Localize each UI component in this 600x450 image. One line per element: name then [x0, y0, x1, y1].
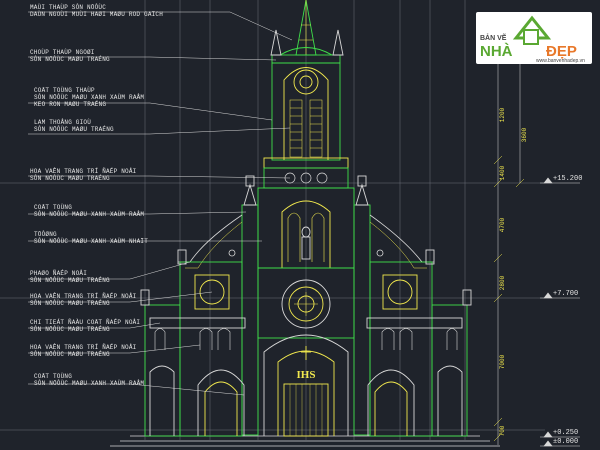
right-wing — [366, 249, 472, 437]
annotation-9-line2: SÔN NÖÔÙC MAØU TRAÉNG — [30, 300, 110, 307]
annotation-10-line2: SÔN NÖÔÙC MAØU TRAÉNG — [30, 326, 110, 333]
annotation-3-line3: KEO RON MAØU TRAÉNG — [34, 101, 106, 108]
spire — [270, 0, 344, 64]
level-4-label: ±0.000 — [553, 438, 578, 446]
dimension-7: 700 — [499, 425, 506, 436]
facade-monogram: IHS — [297, 369, 316, 381]
annotation-9-line1: HOA VAÊN TRANG TRÍ ÑAÉP NOÅI — [30, 293, 136, 300]
level-1-label: +15.200 — [553, 175, 582, 183]
annotation-3-line2: SÔN NÖÔÙC MAØU XANH XAÙM RAÂM — [34, 94, 144, 101]
annotation-11-line2: SÔN NÖÔÙC MAØU TRAÉNG — [30, 351, 110, 358]
level-3-label: +0.250 — [553, 429, 578, 437]
annotation-4-line2: SÔN NÖÔÙC MAØU TRAÉNG — [34, 126, 114, 133]
dimension-5: 2800 — [499, 275, 506, 290]
church-elevation-drawing: IHS MAÙI THAÙP SÔN NÖÔÙC DAÙN NGOÙI MUÙI… — [0, 0, 592, 447]
annotation-5-line2: SÔN NÖÔÙC MAØU TRAÉNG — [30, 175, 110, 182]
annotation-2-line1: CHOÙP THAÙP NGOØI — [30, 49, 95, 56]
annotation-1-line1: MAÙI THAÙP SÔN NÖÔÙC — [30, 4, 106, 11]
level-markers — [540, 177, 580, 447]
annotation-8-line2: SÔN NÖÔÙC MAØU TRAÉNG — [30, 277, 110, 284]
annotation-6-line1: COÄT TOÙNG — [34, 204, 72, 211]
dimension-2: 3600 — [521, 127, 528, 142]
annotation-7-line2: SÔN NÖÔÙC MAØU XANH XAÙM NHAÏT — [34, 238, 148, 245]
dimension-3: 1400 — [499, 165, 506, 180]
annotation-11-line1: HOA VAÊN TRANG TRÍ ÑAÉP NOÅI — [30, 344, 136, 351]
logo-small-text: BẢN VẼ — [480, 33, 507, 42]
annotation-12-line2: SÔN NÖÔÙC MAØU XANH XAÙM RAÂM — [34, 380, 144, 387]
dimension-1: 1200 — [499, 107, 506, 122]
dimension-6: 7000 — [499, 354, 506, 369]
annotation-12-line1: COÄT TOÙNG — [34, 373, 72, 380]
logo-url: www.banvenhadep.vn — [536, 58, 585, 64]
annotation-10-line1: CHI TIEÁT ÑAÀU COÄT ÑAÉP NOÅI — [30, 319, 140, 326]
watermark-logo: BẢN VẼ NHÀ ĐẸP www.banvenhadep.vn — [476, 12, 592, 64]
ground-steps — [110, 435, 500, 447]
dimension-4: 4700 — [499, 217, 506, 232]
annotation-6-line2: SÔN NÖÔÙC MAØU XANH XAÙM RAÂM — [34, 211, 144, 218]
annotation-2-line2: SÔN NÖÔÙC MAØU TRAÉNG — [30, 56, 110, 63]
annotation-4-line1: LAM THOÂNG GIOÙ — [34, 119, 91, 126]
annotation-1-line2: DAÙN NGOÙI MUÙI HAØI MAØU ROD GAÏCH — [30, 11, 163, 18]
annotation-8-line1: PHAØO ÑAÉP NOÅI — [30, 270, 87, 277]
annotations: MAÙI THAÙP SÔN NÖÔÙC DAÙN NGOÙI MUÙI HAØ… — [30, 4, 163, 387]
annotation-3-line1: COÄT TOÙNG THAÙP — [34, 87, 95, 94]
annotation-7-line1: TÖÔØNG — [34, 231, 57, 238]
left-wing — [140, 249, 246, 437]
annotation-5-line1: HOA VAÊN TRANG TRÍ ÑAÉP NOÅI — [30, 168, 136, 175]
level-2-label: +7.700 — [553, 290, 578, 298]
guide-lines — [0, 0, 545, 440]
logo-brand-left: NHÀ — [480, 43, 513, 60]
